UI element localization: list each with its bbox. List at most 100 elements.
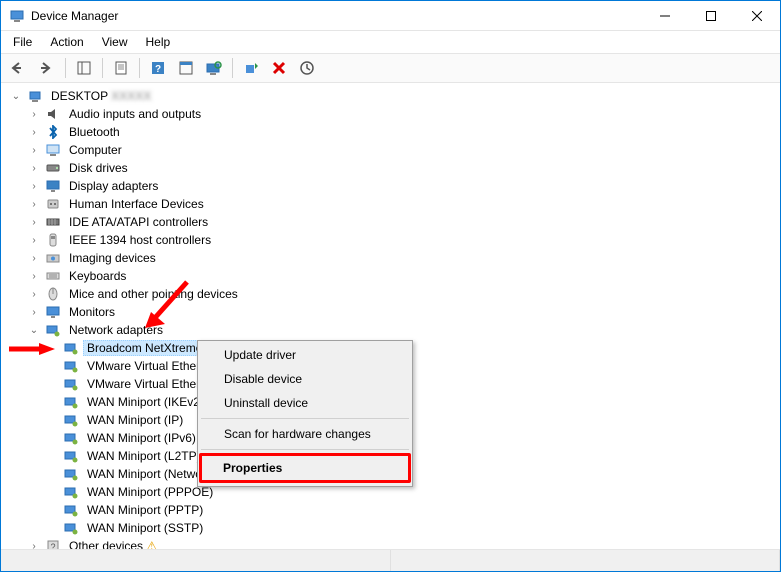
tree-item-label: IDE ATA/ATAPI controllers — [65, 215, 212, 229]
tree-item-label: Monitors — [65, 305, 119, 319]
network-icon — [63, 358, 79, 374]
tree-category[interactable]: › IEEE 1394 host controllers — [5, 231, 780, 249]
expand-collapse-icon[interactable]: › — [27, 181, 41, 192]
expand-collapse-icon[interactable]: › — [27, 253, 41, 264]
titlebar: Device Manager — [1, 1, 780, 31]
menu-help[interactable]: Help — [138, 33, 179, 51]
mouse-icon — [45, 286, 61, 302]
expand-collapse-icon[interactable]: › — [27, 271, 41, 282]
tree-item-label: Imaging devices — [65, 251, 160, 265]
tree-category[interactable]: › Monitors — [5, 303, 780, 321]
tree-root[interactable]: ⌄DESKTOP XXXXX — [5, 87, 780, 105]
toolbar: ? — [1, 53, 780, 83]
minimize-button[interactable] — [642, 1, 688, 30]
action-button[interactable] — [174, 56, 198, 80]
properties-button[interactable] — [109, 56, 133, 80]
tree-item-label: WAN Miniport (L2TP) — [83, 449, 205, 463]
tree-category[interactable]: › Computer — [5, 141, 780, 159]
expand-collapse-icon[interactable]: ⌄ — [9, 91, 23, 102]
window-title: Device Manager — [31, 9, 642, 23]
expand-collapse-icon[interactable]: › — [27, 145, 41, 156]
network-icon — [63, 394, 79, 410]
expand-collapse-icon[interactable]: › — [27, 235, 41, 246]
expand-collapse-icon[interactable]: › — [27, 199, 41, 210]
forward-button[interactable] — [35, 56, 59, 80]
app-icon — [9, 8, 25, 24]
uninstall-button[interactable] — [267, 56, 291, 80]
network-icon — [63, 340, 79, 356]
tree-item-label: Human Interface Devices — [65, 197, 208, 211]
tree-item-label: Keyboards — [65, 269, 130, 283]
tree-category[interactable]: › Human Interface Devices — [5, 195, 780, 213]
maximize-button[interactable] — [688, 1, 734, 30]
svg-text:?: ? — [155, 64, 161, 75]
ctx-update-driver[interactable]: Update driver — [200, 343, 410, 367]
svg-text:?: ? — [50, 542, 55, 549]
tree-category[interactable]: › Keyboards — [5, 267, 780, 285]
help-button[interactable]: ? — [146, 56, 170, 80]
enable-button[interactable] — [239, 56, 263, 80]
ctx-scan-hardware[interactable]: Scan for hardware changes — [200, 422, 410, 446]
tree-item-label: WAN Miniport (IPv6) — [83, 431, 200, 445]
status-pane — [391, 550, 781, 571]
ctx-properties[interactable]: Properties — [202, 456, 408, 480]
ctx-disable-device[interactable]: Disable device — [200, 367, 410, 391]
show-hide-tree-button[interactable] — [72, 56, 96, 80]
root-icon — [27, 88, 43, 104]
ctx-uninstall-device[interactable]: Uninstall device — [200, 391, 410, 415]
tree-item-label: Mice and other pointing devices — [65, 287, 242, 301]
tree-category[interactable]: › Mice and other pointing devices — [5, 285, 780, 303]
back-button[interactable] — [7, 56, 31, 80]
tree-item-label: Computer — [65, 143, 126, 157]
network-icon — [63, 466, 79, 482]
bluetooth-icon — [45, 124, 61, 140]
annotation-highlight-box: Properties — [199, 453, 411, 483]
window-controls — [642, 1, 780, 30]
menu-action[interactable]: Action — [42, 33, 91, 51]
monitor-icon — [45, 304, 61, 320]
network-icon — [63, 520, 79, 536]
tree-item-label: Disk drives — [65, 161, 132, 175]
hid-icon — [45, 196, 61, 212]
tree-item-label: Display adapters — [65, 179, 162, 193]
update-driver-button[interactable] — [295, 56, 319, 80]
expand-collapse-icon[interactable]: › — [27, 307, 41, 318]
tree-category[interactable]: › Imaging devices — [5, 249, 780, 267]
tree-category[interactable]: ⌄ Network adapters — [5, 321, 780, 339]
close-button[interactable] — [734, 1, 780, 30]
expand-collapse-icon[interactable]: ⌄ — [27, 325, 41, 336]
network-icon — [63, 376, 79, 392]
expand-collapse-icon[interactable]: › — [27, 109, 41, 120]
tree-category[interactable]: › Disk drives — [5, 159, 780, 177]
tree-category[interactable]: › IDE ATA/ATAPI controllers — [5, 213, 780, 231]
menu-file[interactable]: File — [5, 33, 40, 51]
tree-item-label: Network adapters — [65, 323, 167, 337]
scan-hardware-button[interactable] — [202, 56, 226, 80]
tree-category[interactable]: ›?Other devices ⚠ — [5, 537, 780, 549]
tree-category[interactable]: ›Bluetooth — [5, 123, 780, 141]
tree-category[interactable]: › Display adapters — [5, 177, 780, 195]
expand-collapse-icon[interactable]: › — [27, 541, 41, 550]
network-icon — [63, 484, 79, 500]
computer-icon — [45, 142, 61, 158]
tree-item[interactable]: WAN Miniport (PPTP) — [5, 501, 780, 519]
keyboard-icon — [45, 268, 61, 284]
tree-category[interactable]: › Audio inputs and outputs — [5, 105, 780, 123]
expand-collapse-icon[interactable]: › — [27, 163, 41, 174]
network-icon — [45, 322, 61, 338]
tree-item[interactable]: WAN Miniport (SSTP) — [5, 519, 780, 537]
expand-collapse-icon[interactable]: › — [27, 217, 41, 228]
ide-icon — [45, 214, 61, 230]
expand-collapse-icon[interactable]: › — [27, 127, 41, 138]
tree-item-label: WAN Miniport (PPTP) — [83, 503, 207, 517]
tree-item-label: WAN Miniport (IKEv2) — [83, 395, 208, 409]
network-icon — [63, 448, 79, 464]
ieee-icon — [45, 232, 61, 248]
tree-item-label: Audio inputs and outputs — [65, 107, 205, 121]
menu-view[interactable]: View — [94, 33, 136, 51]
ctx-separator — [201, 418, 409, 419]
tree-item-label: Broadcom NetXtreme — [83, 340, 206, 356]
tree-item-label: IEEE 1394 host controllers — [65, 233, 215, 247]
expand-collapse-icon[interactable]: › — [27, 289, 41, 300]
content-area: ⌄DESKTOP XXXXX›Audio inputs and outputs›… — [1, 83, 780, 549]
